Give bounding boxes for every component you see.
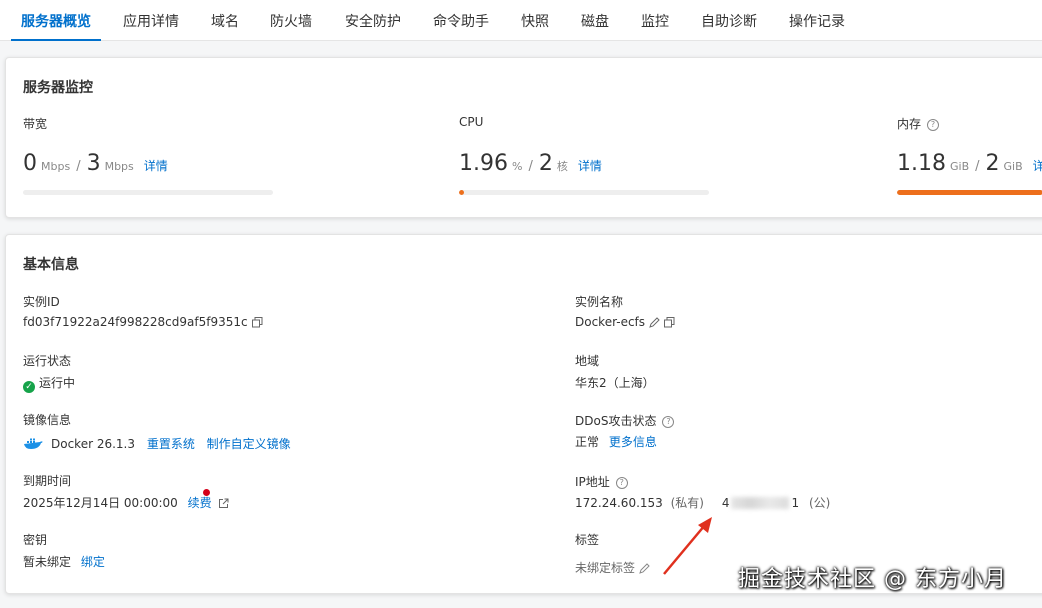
memory-used-unit: GiB <box>949 160 970 173</box>
run-status-value: 运行中 <box>39 376 76 390</box>
tags-row: 未绑定标签 <box>575 559 650 576</box>
tab-snapshot[interactable]: 快照 <box>521 0 549 40</box>
public-ip-redacted <box>731 497 790 509</box>
docker-icon <box>24 438 43 449</box>
tags-label: 标签 <box>575 533 600 547</box>
bind-key-link[interactable]: 绑定 <box>81 555 105 569</box>
cpu-progress <box>459 190 709 195</box>
tab-self-diagnosis[interactable]: 自助诊断 <box>701 0 757 40</box>
copy-icon[interactable] <box>251 317 263 328</box>
bandwidth-details-link[interactable]: 详情 <box>144 159 168 173</box>
instance-id-row: fd03f71922a24f998228cd9af5f9351c <box>23 315 263 329</box>
key-value: 暂未绑定 <box>23 555 72 569</box>
ip-label: IP地址 <box>575 475 610 489</box>
memory-total-unit: GiB <box>1003 160 1023 173</box>
run-status-row: ✓ 运行中 <box>23 374 75 393</box>
expire-label: 到期时间 <box>23 474 72 488</box>
external-link-icon[interactable] <box>218 498 229 509</box>
help-icon[interactable]: ? <box>927 119 940 131</box>
memory-metric: 1.18 GiB/2 GiB 详 <box>897 151 1042 176</box>
create-custom-image-link[interactable]: 制作自定义镜像 <box>207 437 291 451</box>
notification-dot <box>203 489 210 496</box>
cpu-label: CPU <box>459 115 484 129</box>
bandwidth-progress <box>23 190 273 195</box>
tab-monitoring[interactable]: 监控 <box>641 0 669 40</box>
instance-name-label: 实例名称 <box>575 295 624 309</box>
region-label: 地域 <box>575 354 600 368</box>
memory-separator: / <box>975 159 980 174</box>
cpu-progress-fill <box>459 190 464 195</box>
reset-system-link[interactable]: 重置系统 <box>147 437 195 451</box>
memory-details-link[interactable]: 详 <box>1033 159 1042 173</box>
memory-progress <box>897 190 1042 195</box>
memory-label-row: 内存? <box>897 115 940 132</box>
bandwidth-used-unit: Mbps <box>41 160 71 173</box>
memory-progress-fill <box>897 190 1042 195</box>
edit-icon[interactable] <box>649 317 660 328</box>
public-ip-end: 1 <box>791 496 800 510</box>
tab-domain[interactable]: 域名 <box>211 0 239 40</box>
image-value: Docker 26.1.3 <box>51 437 135 451</box>
more-info-link[interactable]: 更多信息 <box>609 435 657 449</box>
bandwidth-separator: / <box>76 159 81 174</box>
annotation-arrow <box>663 517 712 575</box>
instance-id-label: 实例ID <box>23 295 60 309</box>
renew-link[interactable]: 续费 <box>188 496 212 510</box>
watermark: 掘金技术社区 @ 东方小月 <box>738 567 1007 592</box>
cpu-metric: 1.96% / 2 核详情 <box>459 151 602 176</box>
cpu-separator: / <box>528 159 533 174</box>
tab-app-details[interactable]: 应用详情 <box>123 0 179 40</box>
bandwidth-label: 带宽 <box>23 117 48 131</box>
tab-security[interactable]: 安全防护 <box>345 0 401 40</box>
tags-value: 未绑定标签 <box>575 561 636 575</box>
bandwidth-used: 0 <box>23 151 37 176</box>
edit-icon[interactable] <box>639 563 650 574</box>
cpu-total-unit: 核 <box>556 160 568 173</box>
memory-total: 2 <box>985 151 1000 176</box>
cpu-total: 2 <box>538 151 553 176</box>
expire-value: 2025年12月14日 00:00:00 <box>23 496 178 510</box>
server-monitor-card: 服务器监控 带宽 0 Mbps/3 Mbps 详情 CPU 1.96%/2 核详情 内存… <box>5 57 1042 218</box>
ddos-label: DDoS攻击状态 <box>575 414 657 428</box>
image-row: Docker 26.1.3 重置系统 制作自定义镜像 <box>23 435 291 452</box>
tab-command-assistant[interactable]: 命令助手 <box>433 0 489 40</box>
monitor-title: 服务器监控 <box>23 80 93 96</box>
ip-label-row: IP地址? <box>575 473 628 490</box>
key-label: 密钥 <box>23 533 48 547</box>
cpu-used-unit: % <box>511 160 523 173</box>
ddos-row: 正常 更多信息 <box>575 433 657 450</box>
bandwidth-metric: 0 Mbps/3 Mbps 详情 <box>23 151 168 176</box>
expire-row: 2025年12月14日 00:00:00 续费 <box>23 494 229 511</box>
tab-firewall[interactable]: 防火墙 <box>270 0 312 40</box>
memory-label: 内存 <box>897 117 922 131</box>
help-icon[interactable]: ? <box>662 416 675 428</box>
basic-info-title: 基本信息 <box>23 257 79 273</box>
image-label: 镜像信息 <box>23 413 72 427</box>
tab-operation-log[interactable]: 操作记录 <box>789 0 845 40</box>
ddos-value: 正常 <box>575 435 600 449</box>
region-value: 华东2（上海） <box>575 376 655 390</box>
instance-name-value: Docker-ecfs <box>575 315 646 329</box>
cpu-used: 1.96 <box>459 151 508 176</box>
run-status-label: 运行状态 <box>23 354 72 368</box>
tab-server-overview[interactable]: 服务器概览 <box>11 0 101 41</box>
instance-name-row: Docker-ecfs <box>575 315 675 329</box>
public-ip-tag: (公) <box>808 496 831 510</box>
instance-id-value: fd03f71922a24f998228cd9af5f9351c <box>23 315 248 329</box>
bandwidth-total: 3 <box>86 151 101 176</box>
basic-info-card: 基本信息 实例ID fd03f71922a24f998228cd9af5f935… <box>5 234 1042 594</box>
tab-bar: 服务器概览 应用详情 域名 防火墙 安全防护 命令助手 快照 磁盘 监控 自助诊… <box>0 0 1042 41</box>
key-row: 暂未绑定 绑定 <box>23 553 105 570</box>
memory-used: 1.18 <box>897 151 946 176</box>
bandwidth-total-unit: Mbps <box>104 160 134 173</box>
ddos-label-row: DDoS攻击状态? <box>575 412 675 429</box>
copy-icon[interactable] <box>664 317 675 328</box>
running-check-icon: ✓ <box>23 381 35 393</box>
help-icon[interactable]: ? <box>615 477 628 489</box>
tab-disk[interactable]: 磁盘 <box>581 0 609 40</box>
cpu-details-link[interactable]: 详情 <box>578 159 602 173</box>
